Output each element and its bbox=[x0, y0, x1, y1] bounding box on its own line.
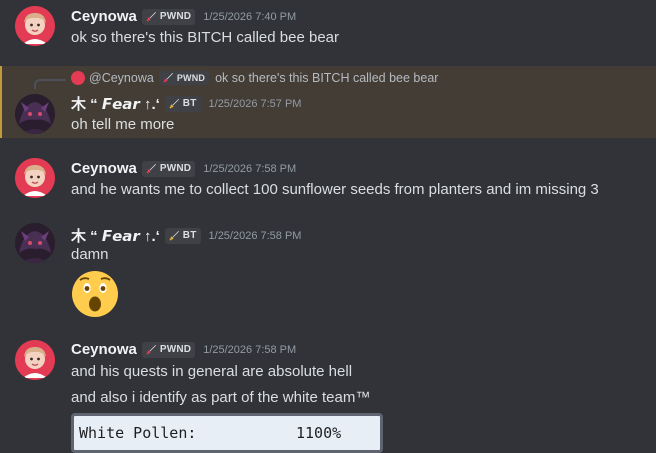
reply-preview-text[interactable]: ok so there's this BITCH called bee bear bbox=[215, 71, 438, 85]
sword-icon bbox=[146, 163, 156, 174]
avatar[interactable] bbox=[15, 6, 55, 46]
username[interactable]: 木 “ 𝙁𝙚𝙖𝙧 ↑.‘ bbox=[71, 225, 160, 246]
message: Ceynowa PWND 1/25/2026 7:40 PM ok so the… bbox=[0, 0, 656, 62]
timestamp[interactable]: 1/25/2026 7:58 PM bbox=[209, 230, 302, 242]
avatar-creature-icon bbox=[15, 94, 55, 134]
message-text: and also i identify as part of the white… bbox=[71, 389, 371, 406]
message-text: and he wants me to collect 100 sunflower… bbox=[71, 181, 599, 198]
timestamp[interactable]: 1/25/2026 7:40 PM bbox=[203, 11, 296, 23]
message-header: Ceynowa PWND 1/25/2026 7:40 PM bbox=[71, 8, 296, 25]
attachment-label: White Pollen: bbox=[79, 424, 197, 442]
message-text: damn bbox=[71, 246, 109, 263]
username[interactable]: Ceynowa bbox=[71, 341, 137, 358]
server-tag-label: PWND bbox=[159, 344, 192, 355]
sword-icon bbox=[169, 230, 179, 241]
server-tag-label: PWND bbox=[159, 11, 192, 22]
message: Ceynowa PWND 1/25/2026 7:58 PM and he wa… bbox=[0, 152, 656, 208]
timestamp[interactable]: 1/25/2026 7:57 PM bbox=[209, 98, 302, 110]
image-attachment[interactable]: White Pollen: 1100% bbox=[71, 413, 383, 453]
server-tag-label: BT bbox=[182, 98, 197, 109]
message-header: 木 “ 𝙁𝙚𝙖𝙧 ↑.‘ BT 1/25/2026 7:57 PM bbox=[71, 93, 301, 114]
timestamp[interactable]: 1/25/2026 7:58 PM bbox=[203, 344, 296, 356]
message-text: and his quests in general are absolute h… bbox=[71, 363, 353, 380]
message-header: Ceynowa PWND 1/25/2026 7:58 PM bbox=[71, 341, 296, 358]
server-tag-label: PWND bbox=[159, 163, 192, 174]
reply-mention[interactable]: @Ceynowa bbox=[89, 71, 154, 85]
server-tag-label: BT bbox=[182, 230, 197, 241]
avatar[interactable] bbox=[15, 340, 55, 380]
sword-icon bbox=[146, 11, 156, 22]
attachment-value: 1100% bbox=[296, 424, 342, 442]
server-tag-badge[interactable]: BT bbox=[164, 227, 201, 244]
message-text: ok so there's this BITCH called bee bear bbox=[71, 29, 339, 46]
sword-icon bbox=[163, 73, 173, 83]
username[interactable]: Ceynowa bbox=[71, 8, 137, 25]
server-tag-badge[interactable]: PWND bbox=[141, 160, 196, 177]
avatar-face-icon bbox=[15, 6, 55, 46]
reply-server-tag-label: PWND bbox=[176, 73, 206, 83]
server-tag-badge[interactable]: PWND bbox=[141, 8, 196, 25]
reply-server-tag-badge: PWND bbox=[158, 71, 210, 85]
server-tag-badge[interactable]: BT bbox=[164, 95, 201, 112]
timestamp[interactable]: 1/25/2026 7:58 PM bbox=[203, 163, 296, 175]
reply-reference[interactable]: @Ceynowa PWND ok so there's this BITCH c… bbox=[71, 71, 438, 85]
server-tag-badge[interactable]: PWND bbox=[141, 341, 196, 358]
avatar-creature-icon bbox=[15, 223, 55, 263]
message-text: oh tell me more bbox=[71, 116, 175, 133]
avatar-face-icon bbox=[15, 158, 55, 198]
username[interactable]: Ceynowa bbox=[71, 160, 137, 177]
sword-icon bbox=[169, 98, 179, 109]
avatar[interactable] bbox=[15, 94, 55, 134]
avatar[interactable] bbox=[15, 158, 55, 198]
username[interactable]: 木 “ 𝙁𝙚𝙖𝙧 ↑.‘ bbox=[71, 93, 160, 114]
message-header: 木 “ 𝙁𝙚𝙖𝙧 ↑.‘ BT 1/25/2026 7:58 PM bbox=[71, 225, 301, 246]
sword-icon bbox=[146, 344, 156, 355]
avatar-face-icon bbox=[15, 340, 55, 380]
avatar[interactable] bbox=[15, 223, 55, 263]
message-header: Ceynowa PWND 1/25/2026 7:58 PM bbox=[71, 160, 296, 177]
reply-avatar bbox=[71, 71, 85, 85]
message: 木 “ 𝙁𝙚𝙖𝙧 ↑.‘ BT 1/25/2026 7:57 PM oh tel… bbox=[0, 88, 656, 138]
astonished-face-emoji[interactable] bbox=[71, 270, 119, 318]
